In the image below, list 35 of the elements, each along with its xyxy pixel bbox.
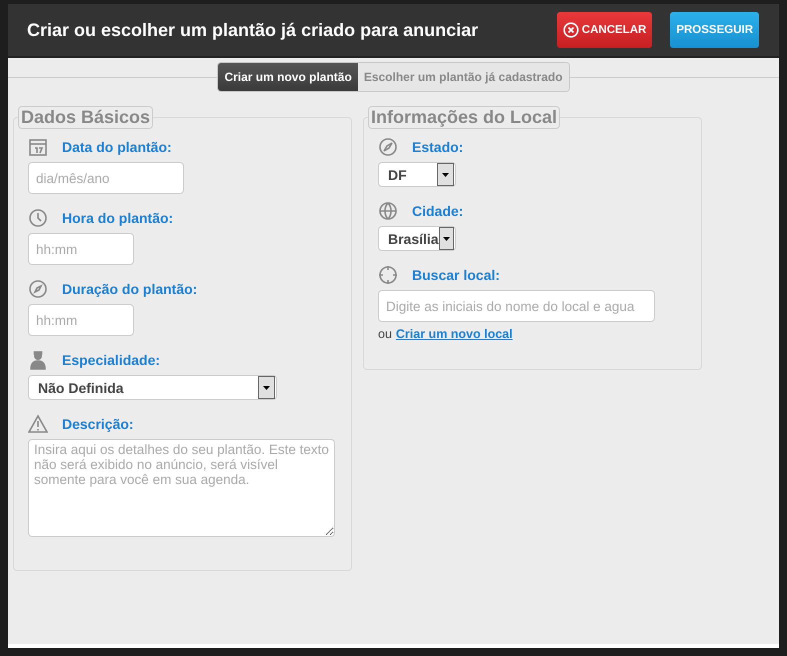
cancel-button[interactable]: CANCELAR <box>556 12 652 48</box>
dialog-title: Criar ou escolher um plantão já criado para anunciar <box>27 20 480 40</box>
close-icon <box>562 22 579 38</box>
input-field[interactable]: Digite as iniciais do nome do local e agua <box>378 290 655 322</box>
tab[interactable]: Criar um novo plantão <box>218 63 358 91</box>
warning-icon <box>28 414 48 434</box>
field-label: Descrição: <box>62 416 134 432</box>
field-label: Estado: <box>412 139 464 155</box>
compass-icon <box>28 279 48 299</box>
text-area[interactable]: Insira aqui os detalhes do seu plantão. Este texto não será exibido no anúncio, será visível somente para você em sua agenda. <box>28 439 335 537</box>
crosshair-icon <box>378 265 398 285</box>
input-field[interactable]: hh:mm <box>28 233 134 265</box>
clock-icon <box>28 208 48 228</box>
note-text: ou <box>378 327 392 341</box>
dropdown[interactable]: DF <box>378 162 456 187</box>
input-field[interactable]: dia/mês/ano <box>28 162 184 194</box>
field-label: Especialidade: <box>62 352 160 368</box>
field-label: Duração do plantão: <box>62 281 198 297</box>
dropdown[interactable]: Brasília <box>378 226 456 251</box>
globe-icon <box>378 201 398 221</box>
field-label: Buscar local: <box>412 267 500 283</box>
field-label: Cidade: <box>412 203 464 219</box>
input-field[interactable]: hh:mm <box>28 304 134 336</box>
caret-icon <box>442 172 449 176</box>
section-title: Dados Básicos <box>18 106 154 129</box>
section-title: Informações do Local <box>368 106 560 129</box>
field-label: Data do plantão: <box>62 139 172 155</box>
compass-icon <box>378 137 398 157</box>
person-icon <box>28 350 48 370</box>
dropdown[interactable]: Não Definida <box>28 375 277 400</box>
field-label: Hora do plantão: <box>62 210 174 226</box>
caret-icon <box>263 386 270 390</box>
caret-icon <box>442 236 450 240</box>
calendar-icon <box>28 137 48 157</box>
create-link[interactable]: Criar um novo local <box>396 327 513 341</box>
